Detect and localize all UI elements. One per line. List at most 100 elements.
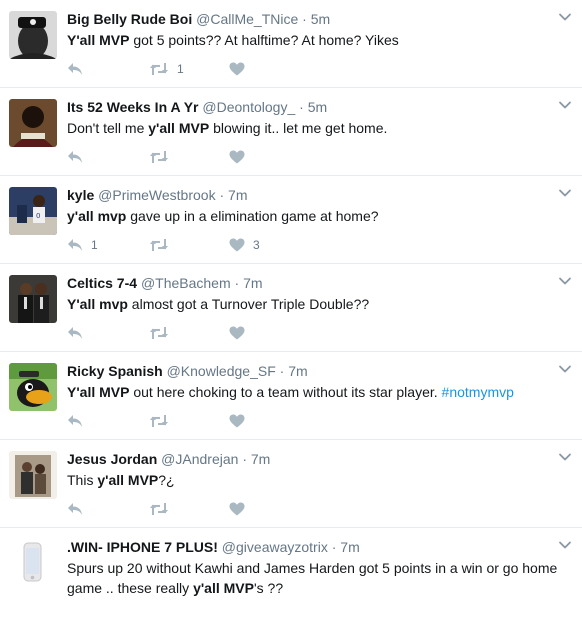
chevron-down-icon[interactable] bbox=[558, 362, 572, 376]
display-name[interactable]: Jesus Jordan bbox=[67, 451, 157, 467]
timestamp[interactable]: 7m bbox=[340, 539, 359, 555]
svg-text:0: 0 bbox=[36, 212, 40, 220]
user-handle[interactable]: @Knowledge_SF bbox=[167, 363, 276, 379]
reply-icon bbox=[68, 239, 82, 251]
reply-button[interactable] bbox=[67, 500, 91, 518]
tweet[interactable]: Ricky Spanish @Knowledge_SF · 7m Y'all M… bbox=[0, 352, 582, 440]
tweet[interactable]: Its 52 Weeks In A Yr @Deontology_ · 5m D… bbox=[0, 88, 582, 176]
like-button[interactable] bbox=[229, 500, 253, 518]
display-name[interactable]: kyle bbox=[67, 187, 94, 203]
like-button[interactable] bbox=[229, 148, 253, 166]
tweet[interactable]: Jesus Jordan @JAndrejan · 7m This y'all … bbox=[0, 440, 582, 528]
timestamp[interactable]: 5m bbox=[308, 99, 327, 115]
reply-icon bbox=[68, 503, 82, 515]
avatar[interactable] bbox=[9, 363, 57, 411]
avatar[interactable] bbox=[9, 451, 57, 499]
tweet-header: Celtics 7-4 @TheBachem · 7m bbox=[67, 274, 552, 292]
retweet-button[interactable] bbox=[149, 324, 177, 342]
user-handle[interactable]: @Deontology_ bbox=[202, 99, 295, 115]
text-run: This bbox=[67, 472, 98, 488]
tweet-header: Jesus Jordan @JAndrejan · 7m bbox=[67, 450, 552, 468]
highlighted-term: y'all MVP bbox=[148, 120, 210, 136]
text-run: almost got a Turnover Triple Double?? bbox=[127, 296, 370, 312]
timestamp[interactable]: 7m bbox=[288, 363, 307, 379]
heart-icon bbox=[229, 238, 245, 252]
text-run: gave up in a elimination game at home? bbox=[126, 208, 379, 224]
user-handle[interactable]: @TheBachem bbox=[141, 275, 231, 291]
retweet-button[interactable] bbox=[149, 236, 177, 254]
display-name[interactable]: Ricky Spanish bbox=[67, 363, 163, 379]
heart-icon bbox=[229, 326, 245, 340]
chevron-down-icon[interactable] bbox=[558, 450, 572, 464]
tweet-header: kyle @PrimeWestbrook · 7m bbox=[67, 186, 552, 204]
reply-button[interactable]: 1 bbox=[67, 236, 98, 254]
display-name[interactable]: Its 52 Weeks In A Yr bbox=[67, 99, 199, 115]
tweet[interactable]: 0 kyle @PrimeWestbrook · 7m y'all mvp ga… bbox=[0, 176, 582, 264]
avatar[interactable] bbox=[9, 11, 57, 59]
display-name[interactable]: .WIN- IPHONE 7 PLUS! bbox=[67, 539, 218, 555]
tweet-text: Don't tell me y'all MVP blowing it.. let… bbox=[67, 118, 570, 138]
avatar[interactable] bbox=[9, 275, 57, 323]
reply-button[interactable] bbox=[67, 148, 91, 166]
reply-button[interactable] bbox=[67, 412, 91, 430]
separator-dot: · bbox=[299, 99, 304, 115]
separator-dot: · bbox=[279, 363, 285, 379]
timestamp[interactable]: 5m bbox=[311, 11, 330, 27]
highlighted-term: y'all MVP bbox=[193, 580, 254, 596]
text-run: blowing it.. let me get home. bbox=[209, 120, 388, 136]
avatar[interactable] bbox=[9, 99, 57, 147]
user-handle[interactable]: @giveawayzotrix bbox=[222, 539, 328, 555]
user-handle[interactable]: @JAndrejan bbox=[161, 451, 238, 467]
display-name[interactable]: Celtics 7-4 bbox=[67, 275, 137, 291]
text-run: 's ?? bbox=[253, 580, 284, 596]
heart-icon bbox=[229, 502, 245, 516]
separator-dot: · bbox=[242, 451, 247, 467]
like-button[interactable]: 3 bbox=[229, 236, 260, 254]
user-handle[interactable]: @PrimeWestbrook bbox=[98, 187, 215, 203]
heart-icon bbox=[229, 150, 245, 164]
tweet[interactable]: Big Belly Rude Boi @CallMe_TNice · 5m Y'… bbox=[0, 0, 582, 88]
chevron-down-icon[interactable] bbox=[558, 10, 572, 24]
tweet-text: Y'all MVP got 5 points?? At halftime? At… bbox=[67, 30, 570, 50]
timestamp[interactable]: 7m bbox=[228, 187, 247, 203]
user-handle[interactable]: @CallMe_TNice bbox=[196, 11, 298, 27]
chevron-down-icon[interactable] bbox=[558, 186, 572, 200]
like-button[interactable] bbox=[229, 412, 253, 430]
reply-button[interactable] bbox=[67, 60, 91, 78]
avatar[interactable] bbox=[9, 539, 57, 587]
tweet-text: Y'all MVP out here choking to a team wit… bbox=[67, 382, 570, 402]
retweet-icon bbox=[150, 63, 168, 75]
retweet-icon bbox=[150, 503, 168, 515]
like-button[interactable] bbox=[229, 60, 253, 78]
tweet[interactable]: Celtics 7-4 @TheBachem · 7m Y'all mvp al… bbox=[0, 264, 582, 352]
retweet-button[interactable]: 1 bbox=[149, 60, 184, 78]
hashtag-link[interactable]: #notmymvp bbox=[442, 384, 514, 400]
like-button[interactable] bbox=[229, 324, 253, 342]
highlighted-term: Y'all mvp bbox=[67, 296, 128, 312]
avatar[interactable]: 0 bbox=[9, 187, 57, 235]
retweet-icon bbox=[150, 151, 168, 163]
timestamp[interactable]: 7m bbox=[243, 275, 262, 291]
text-run: out here choking to a team without its s… bbox=[129, 384, 442, 400]
retweet-count: 1 bbox=[177, 62, 184, 76]
tweet-header: Big Belly Rude Boi @CallMe_TNice · 5m bbox=[67, 10, 552, 28]
retweet-button[interactable] bbox=[149, 412, 177, 430]
chevron-down-icon[interactable] bbox=[558, 274, 572, 288]
display-name[interactable]: Big Belly Rude Boi bbox=[67, 11, 192, 27]
reply-count: 1 bbox=[91, 238, 98, 252]
tweet-header: Its 52 Weeks In A Yr @Deontology_ · 5m bbox=[67, 98, 552, 116]
separator-dot: · bbox=[219, 187, 225, 203]
retweet-icon bbox=[150, 327, 168, 339]
tweet[interactable]: .WIN- IPHONE 7 PLUS! @giveawayzotrix · 7… bbox=[0, 528, 582, 618]
retweet-icon bbox=[150, 239, 168, 251]
retweet-button[interactable] bbox=[149, 500, 177, 518]
heart-icon bbox=[229, 62, 245, 76]
retweet-button[interactable] bbox=[149, 148, 177, 166]
reply-button[interactable] bbox=[67, 324, 91, 342]
chevron-down-icon[interactable] bbox=[558, 538, 572, 552]
reply-icon bbox=[68, 415, 82, 427]
chevron-down-icon[interactable] bbox=[558, 98, 572, 112]
separator-dot: · bbox=[234, 275, 240, 291]
timestamp[interactable]: 7m bbox=[251, 451, 270, 467]
highlighted-term: Y'all MVP bbox=[67, 32, 130, 48]
